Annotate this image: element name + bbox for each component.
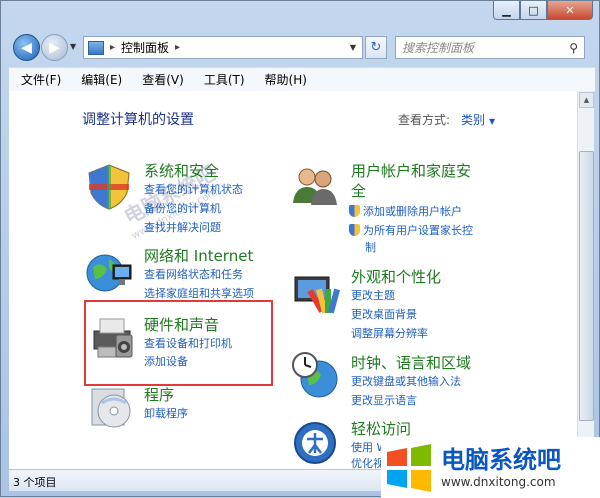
link-adjust-resolution[interactable]: 调整屏幕分辨率 <box>351 325 428 342</box>
minimize-button[interactable]: ▁ <box>493 1 520 20</box>
link-view-computer-status[interactable]: 查看您的计算机状态 <box>144 181 243 198</box>
control-panel-icon <box>88 40 104 55</box>
category-user-accounts-line1[interactable]: 用户帐户和家庭安 <box>351 162 471 180</box>
back-button[interactable]: ◀ <box>13 34 40 61</box>
forward-arrow-icon: ▶ <box>49 39 60 56</box>
link-change-display-language[interactable]: 更改显示语言 <box>351 392 417 409</box>
category-programs[interactable]: 程序 <box>144 385 174 405</box>
watermark-badge: 电脑系统吧 www.dnxitong.com <box>381 437 600 498</box>
view-by-label: 查看方式: <box>398 113 451 127</box>
category-appearance[interactable]: 外观和个性化 <box>351 267 441 287</box>
address-dropdown-icon[interactable]: ▼ <box>350 43 356 52</box>
address-separator[interactable]: ▸ <box>110 42 115 53</box>
category-hardware-sound[interactable]: 硬件和声音 <box>144 315 219 335</box>
link-parental-controls-label[interactable]: 为所有用户设置家长控 <box>363 224 473 237</box>
network-globe-icon[interactable] <box>83 245 135 297</box>
back-arrow-icon: ◀ <box>21 39 32 56</box>
view-by-dropdown[interactable]: 类别 ▼ <box>461 111 495 128</box>
forward-button[interactable]: ▶ <box>41 34 68 61</box>
category-user-accounts[interactable]: 用户帐户和家庭安全 <box>351 161 471 201</box>
link-change-keyboard[interactable]: 更改键盘或其他输入法 <box>351 373 461 390</box>
link-uninstall-program[interactable]: 卸载程序 <box>144 405 188 422</box>
scroll-up-button[interactable]: ▲ <box>579 92 594 108</box>
link-add-device[interactable]: 添加设备 <box>144 353 188 370</box>
maximize-button[interactable]: □ <box>520 1 547 20</box>
link-troubleshoot[interactable]: 查找并解决问题 <box>144 219 221 236</box>
appearance-palette-icon[interactable] <box>289 267 341 319</box>
link-devices-printers[interactable]: 查看设备和打印机 <box>144 335 232 352</box>
search-input[interactable]: 搜索控制面板 ⚲ <box>395 36 585 59</box>
link-parental-controls[interactable]: 为所有用户设置家长控 <box>349 222 473 239</box>
scroll-thumb[interactable] <box>579 151 594 421</box>
category-system-security[interactable]: 系统和安全 <box>144 161 219 181</box>
caption-buttons: ▁ □ ✕ <box>493 1 593 20</box>
category-network-internet[interactable]: 网络和 Internet <box>144 246 253 266</box>
ease-of-access-icon[interactable] <box>289 417 341 469</box>
link-network-status[interactable]: 查看网络状态和任务 <box>144 266 243 283</box>
history-dropdown[interactable]: ▼ <box>70 42 76 51</box>
link-change-theme[interactable]: 更改主题 <box>351 287 395 304</box>
menu-view[interactable]: 查看(V) <box>130 71 192 88</box>
close-button[interactable]: ✕ <box>547 1 593 20</box>
control-panel-window: ▁ □ ✕ ◀ ▶ ▼ ▸ 控制面板 ▸ ▼ ↻ 搜索控制面板 ⚲ 文件(F) … <box>0 0 600 498</box>
category-clock-language-region[interactable]: 时钟、语言和区域 <box>351 353 471 373</box>
link-add-remove-accounts-label[interactable]: 添加或删除用户帐户 <box>363 205 462 218</box>
search-placeholder: 搜索控制面板 <box>402 41 475 55</box>
breadcrumb-arrow-icon[interactable]: ▸ <box>175 42 180 53</box>
vertical-scrollbar[interactable]: ▲ ▼ <box>577 91 594 469</box>
content-area: 调整计算机的设置 查看方式: 类别 ▼ 电脑系统吧 www.dnxitong.co… <box>9 91 585 469</box>
item-count: 3 个项目 <box>13 476 57 489</box>
link-parental-controls-cont[interactable]: 制 <box>365 239 376 256</box>
refresh-button[interactable]: ↻ <box>365 36 387 59</box>
menu-file[interactable]: 文件(F) <box>9 71 69 88</box>
uac-shield-icon <box>349 205 360 217</box>
navigation-bar: ◀ ▶ ▼ ▸ 控制面板 ▸ ▼ ↻ 搜索控制面板 ⚲ <box>1 31 600 65</box>
link-backup-computer[interactable]: 备份您的计算机 <box>144 200 221 217</box>
programs-disc-icon[interactable] <box>86 381 138 433</box>
search-icon[interactable]: ⚲ <box>569 41 578 55</box>
uac-shield-icon <box>349 224 360 236</box>
windows-logo-icon <box>387 443 431 492</box>
view-by-value[interactable]: 类别 <box>461 113 485 127</box>
clock-globe-icon[interactable] <box>289 349 341 401</box>
link-add-remove-accounts[interactable]: 添加或删除用户帐户 <box>349 203 462 220</box>
breadcrumb-control-panel[interactable]: 控制面板 <box>121 39 169 56</box>
page-title: 调整计算机的设置 <box>82 112 194 128</box>
address-bar[interactable]: ▸ 控制面板 ▸ ▼ <box>83 36 363 59</box>
menu-help[interactable]: 帮助(H) <box>253 71 315 88</box>
link-change-background[interactable]: 更改桌面背景 <box>351 306 417 323</box>
printer-icon[interactable] <box>86 311 138 363</box>
menu-edit[interactable]: 编辑(E) <box>69 71 130 88</box>
category-user-accounts-line2[interactable]: 全 <box>351 182 366 200</box>
chevron-down-icon[interactable]: ▼ <box>489 117 495 126</box>
security-shield-icon[interactable] <box>83 161 135 213</box>
watermark-badge-text: 电脑系统吧 <box>441 445 561 474</box>
menu-bar: 文件(F) 编辑(E) 查看(V) 工具(T) 帮助(H) <box>9 67 595 91</box>
menu-tools[interactable]: 工具(T) <box>192 71 253 88</box>
refresh-icon: ↻ <box>370 40 382 55</box>
users-icon[interactable] <box>289 159 341 211</box>
category-ease-of-access[interactable]: 轻松访问 <box>351 419 411 439</box>
watermark-badge-url: www.dnxitong.com <box>441 474 556 489</box>
